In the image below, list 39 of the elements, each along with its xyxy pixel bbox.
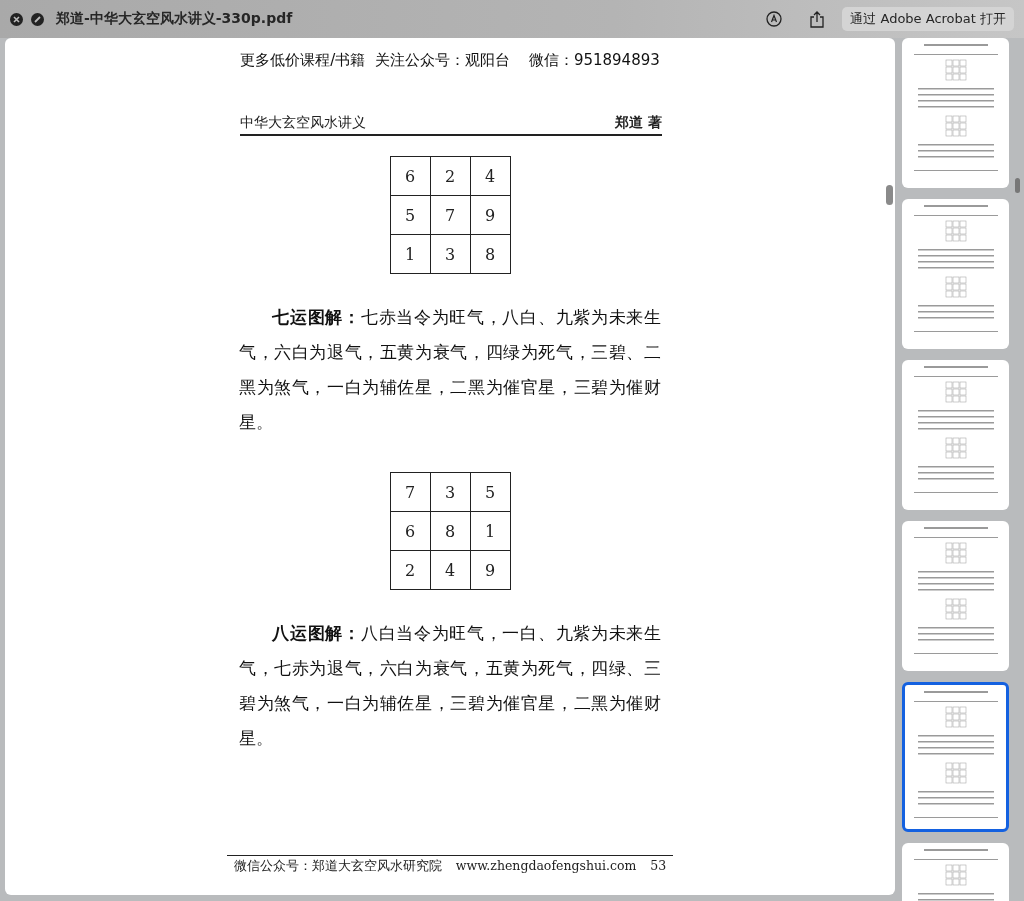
footer-account: 微信公众号：郑道大玄空风水研究院 — [233, 858, 442, 875]
footer-website: www.zhengdaofengshui.com — [455, 858, 637, 875]
grid-cell: 8 — [470, 235, 511, 274]
author-name: 郑道 著 — [615, 114, 662, 132]
page-thumbnail[interactable] — [902, 38, 1009, 188]
grid-cell: 6 — [390, 157, 431, 196]
promo-text: 更多低价课程/书籍 关注公众号：观阳台 微信：951894893 — [240, 51, 660, 70]
window-title: 郑道-中华大玄空风水讲义-330p.pdf — [56, 10, 294, 28]
page-thumbnail[interactable] — [902, 682, 1009, 832]
page-thumbnail[interactable] — [902, 360, 1009, 510]
grid-cell: 2 — [390, 551, 431, 590]
grid-cell: 3 — [430, 235, 471, 274]
block-icon[interactable] — [31, 12, 44, 26]
grid-cell: 9 — [470, 196, 511, 235]
grid-cell: 9 — [470, 551, 511, 590]
grid-cell: 6 — [390, 512, 431, 551]
grid-cell: 1 — [470, 512, 511, 551]
grid-cell: 5 — [470, 473, 511, 512]
grid-cell: 4 — [430, 551, 471, 590]
grid-cell: 3 — [430, 473, 471, 512]
grid-cell: 7 — [390, 473, 431, 512]
paragraph: 七运图解：七赤当令为旺气，八白、九紫为未来生气，六白为退气，五黄为衰气，四绿为死气，三碧、二黑为煞气，一白为辅佐星，二黑为催官星，三碧为催财星。 — [239, 306, 661, 434]
markup-icon[interactable] — [766, 11, 783, 27]
grid-cell: 4 — [470, 157, 511, 196]
scrollbar-thumb[interactable] — [1015, 178, 1020, 193]
share-icon[interactable] — [810, 10, 825, 28]
grid-cell: 1 — [390, 235, 431, 274]
grid-cell: 5 — [390, 196, 431, 235]
grid-cell: 2 — [430, 157, 471, 196]
page-number: 53 — [650, 858, 667, 875]
book-title: 中华大玄空风水讲义 — [240, 114, 366, 132]
paragraph: 八运图解：八白当令为旺气，一白、九紫为未来生气，七赤为退气，六白为衰气，五黄为死气，四绿、三碧为煞气，一白为辅佐星，三碧为催官星，二黑为催财星。 — [239, 622, 661, 750]
grid-cell: 8 — [430, 512, 471, 551]
page-thumbnail[interactable] — [902, 521, 1009, 671]
grid-cell: 7 — [430, 196, 471, 235]
page-thumbnail[interactable] — [902, 199, 1009, 349]
scrollbar-thumb[interactable] — [886, 185, 893, 205]
open-in-acrobat-button[interactable]: 通过 Adobe Acrobat 打开 — [842, 7, 1014, 31]
close-icon[interactable] — [10, 12, 23, 26]
